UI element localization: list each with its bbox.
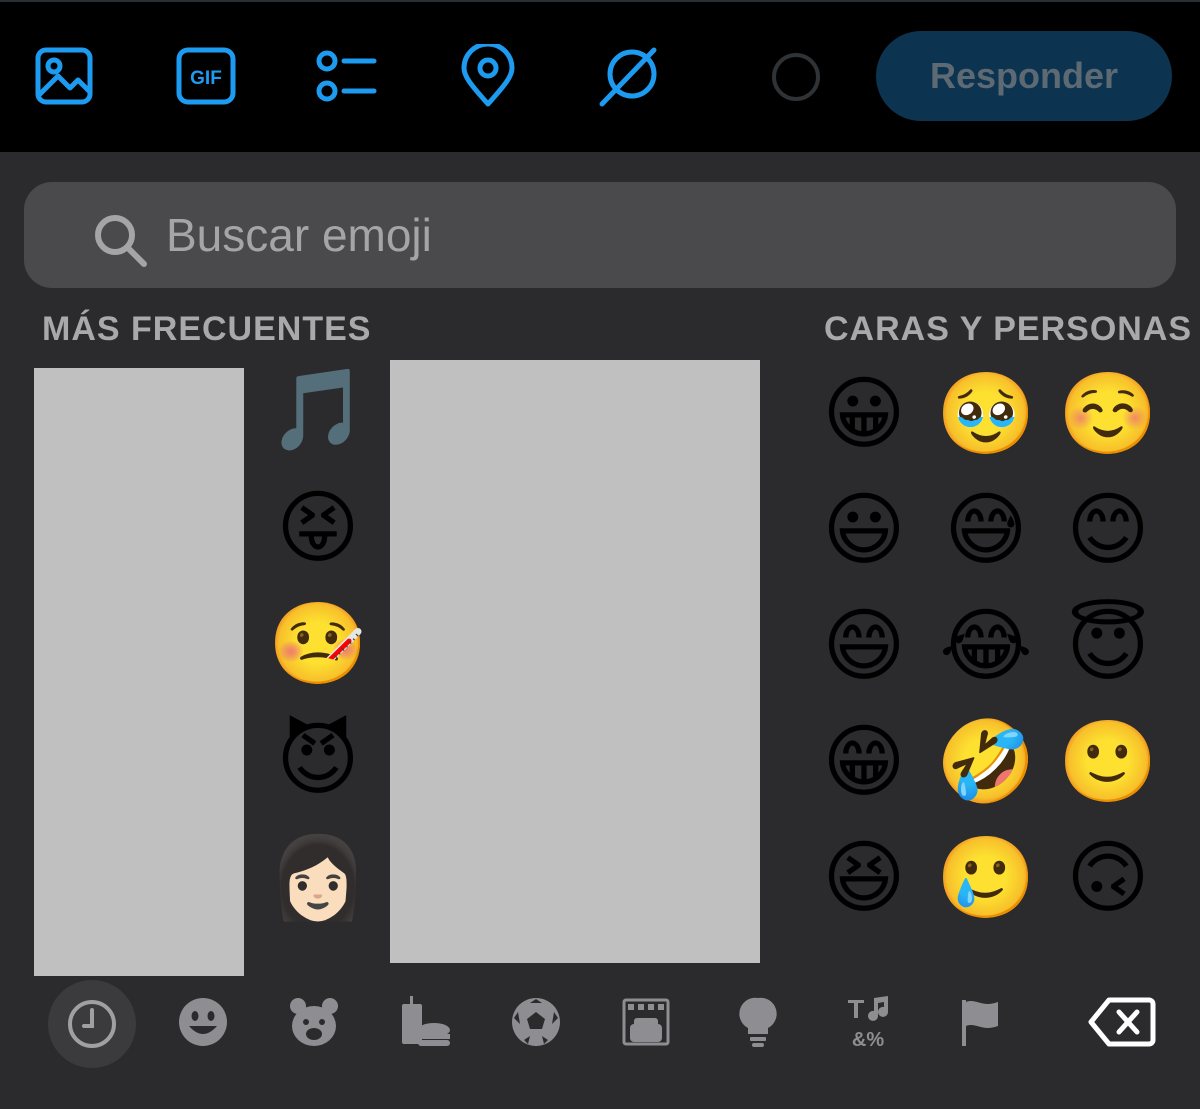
emoji-key[interactable]: 😀 [814, 364, 914, 464]
emoji-key[interactable]: 😆 [814, 828, 914, 928]
emoji-key[interactable]: 😇 [1058, 596, 1158, 696]
emoji-key[interactable]: 🙃 [1058, 828, 1158, 928]
emoji-category-bar: &% [0, 972, 1200, 1082]
emoji-key[interactable]: 🥲 [936, 828, 1036, 928]
emoji-key[interactable]: 🤒 [268, 594, 368, 694]
divider [0, 0, 1200, 2]
emoji-key[interactable]: 😂 [936, 596, 1036, 696]
backspace-icon[interactable] [1082, 982, 1162, 1062]
search-icon [95, 215, 147, 267]
no-circle-icon[interactable] [598, 42, 662, 110]
emoji-key[interactable]: 😁 [814, 712, 914, 812]
search-placeholder: Buscar emoji [166, 209, 432, 261]
emoji-key[interactable]: ☺️ [1058, 364, 1158, 464]
emoji-key[interactable]: 🤣 [936, 712, 1036, 812]
compose-toolbar: GIF Responder [0, 0, 1200, 152]
emoji-key[interactable]: 😈 [268, 710, 368, 810]
food-icon[interactable] [384, 982, 464, 1062]
emoji-search-input[interactable]: Buscar emoji [24, 182, 1176, 288]
objects-icon[interactable] [718, 982, 798, 1062]
travel-icon[interactable] [606, 982, 686, 1062]
section-title-frequent: MÁS FRECUENTES [42, 310, 372, 348]
emoji-key[interactable]: 👩🏻 [268, 828, 368, 928]
poll-icon[interactable] [314, 42, 378, 110]
section-title-faces: CARAS Y PERSONAS [824, 310, 1193, 348]
emoji-key[interactable]: 🥹 [936, 364, 1036, 464]
gif-icon[interactable]: GIF [174, 42, 238, 110]
emoji-key[interactable]: 😅 [936, 480, 1036, 580]
redacted-block [390, 360, 760, 963]
emoji-keyboard: Buscar emoji MÁS FRECUENTES CARAS Y PERS… [0, 152, 1200, 1109]
symbols-icon[interactable]: &% [828, 982, 908, 1062]
flags-icon[interactable] [940, 982, 1020, 1062]
activity-icon[interactable] [496, 982, 576, 1062]
smileys-icon[interactable] [163, 982, 243, 1062]
emoji-key[interactable]: 🙂 [1058, 712, 1158, 812]
image-icon[interactable] [32, 42, 96, 110]
reply-button[interactable]: Responder [876, 31, 1172, 121]
emoji-key[interactable]: 😊 [1058, 480, 1158, 580]
emoji-key[interactable]: 😝 [268, 478, 368, 578]
character-counter [772, 53, 820, 101]
recent-icon[interactable] [48, 980, 136, 1068]
emoji-key[interactable]: 😄 [814, 596, 914, 696]
symbols-label: &% [852, 1029, 884, 1050]
gif-label: GIF [190, 68, 222, 89]
emoji-key[interactable]: 😃 [814, 480, 914, 580]
animals-icon[interactable] [274, 982, 354, 1062]
location-icon[interactable] [456, 42, 520, 110]
redacted-block [34, 368, 244, 976]
emoji-key[interactable]: 🎵 [268, 360, 368, 460]
